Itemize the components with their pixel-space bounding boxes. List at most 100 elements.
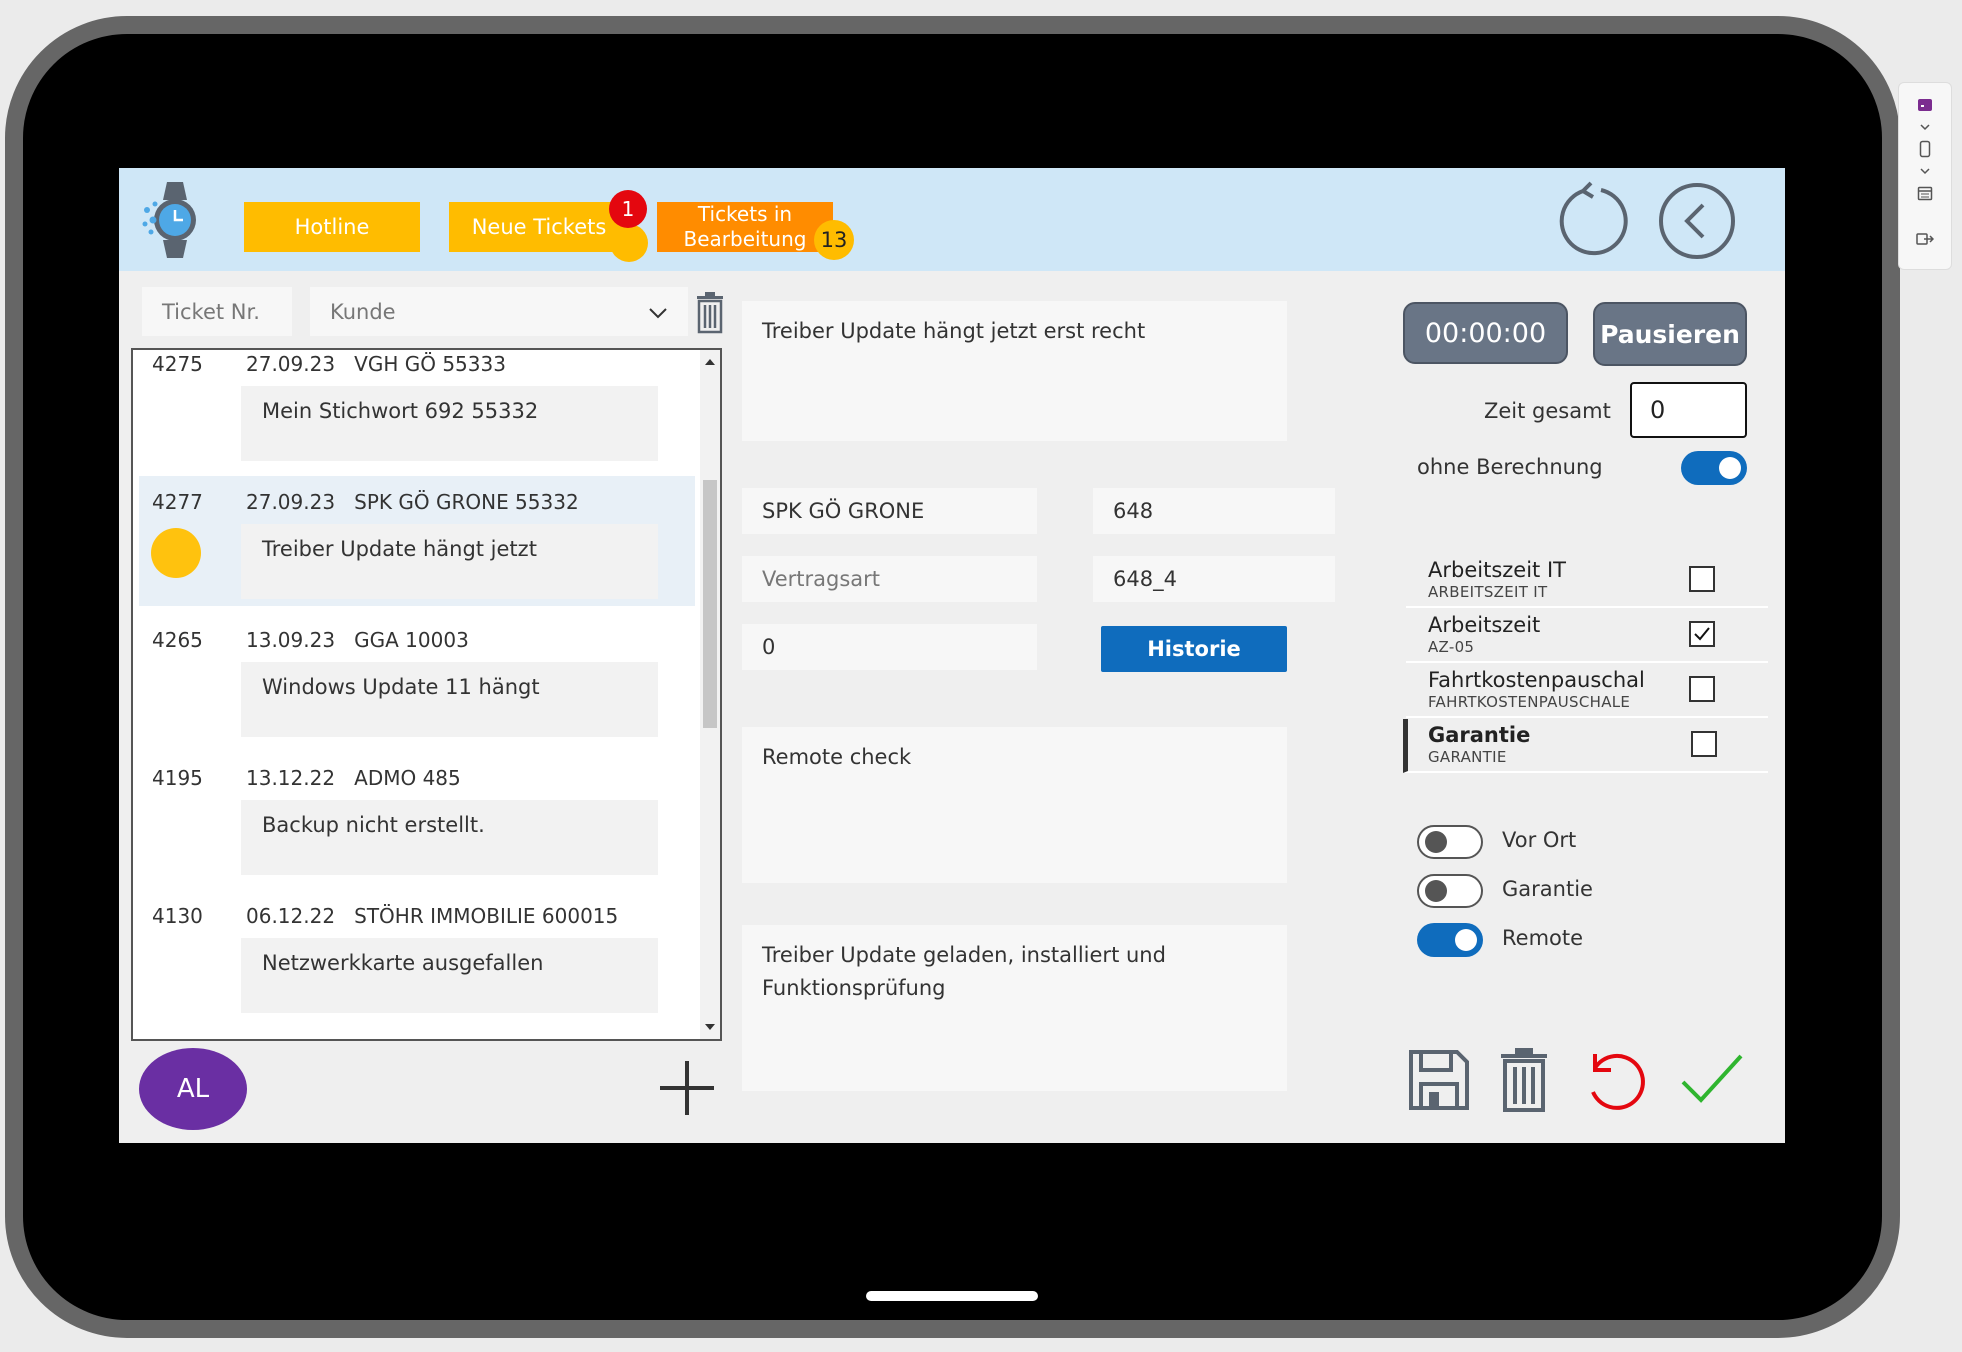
ticket-customer: ADMO 485 [354,766,461,790]
toggle-knob [1719,457,1741,479]
ticket-description: Mein Stichwort 692 55332 [241,386,658,461]
ticket-row-selected[interactable]: 4277 27.09.23 SPK GÖ GRONE 55332 Treiber… [139,476,695,606]
remote-toggle[interactable] [1417,923,1483,957]
app-color-icon[interactable] [1915,95,1935,115]
ticket-id: 4130 [152,904,203,928]
export-icon[interactable] [1915,229,1935,249]
timer-display: 00:00:00 [1403,302,1568,364]
no-charge-toggle[interactable] [1681,451,1747,485]
ticket-meta: 27.09.23 SPK GÖ GRONE 55332 [246,490,579,514]
option-arbeitszeit[interactable]: Arbeitszeit AZ-05 [1406,609,1768,663]
tab-hotline[interactable]: Hotline [244,202,420,252]
ticket-customer: STÖHR IMMOBILIE 600015 [354,904,619,928]
tab-tickets-in-bearbeitung[interactable]: Tickets in Bearbeitung [657,202,833,252]
ticket-description: Windows Update 11 hängt [241,662,658,737]
avatar[interactable]: AL [139,1048,247,1130]
option-checkbox-checked[interactable] [1689,621,1715,647]
ticket-list[interactable]: 4275 27.09.23 VGH GÖ 55333 Mein Stichwor… [131,348,722,1041]
undo-icon[interactable] [1581,1048,1651,1118]
option-code: AZ-05 [1428,638,1475,656]
ticket-row[interactable]: 4195 13.12.22 ADMO 485 Backup nicht erst… [139,764,695,902]
option-title: Fahrtkostenpauschal [1428,668,1645,692]
clear-filter-trash-icon[interactable] [695,292,725,334]
total-time-label: Zeit gesamt [1484,399,1611,423]
vor-ort-label: Vor Ort [1502,828,1577,852]
vor-ort-toggle[interactable] [1417,825,1483,859]
ticket-description: Treiber Update hängt jetzt [241,524,658,599]
list-scrollbar[interactable] [700,350,720,1039]
ticket-number-input[interactable]: Ticket Nr. [142,287,292,336]
toggle-knob [1425,880,1447,902]
remote-label: Remote [1502,926,1584,950]
delete-icon[interactable] [1499,1048,1569,1118]
ticket-meta: 06.12.22 STÖHR IMMOBILIE 600015 [246,904,618,928]
subject-field[interactable]: Treiber Update hängt jetzt erst recht [742,301,1287,441]
ticket-date: 06.12.22 [246,904,336,928]
no-charge-label: ohne Berechnung [1417,455,1603,479]
option-code: GARANTIE [1428,748,1507,766]
scroll-down-arrow[interactable] [705,1024,715,1030]
confirm-check-icon[interactable] [1679,1048,1749,1118]
neue-tickets-indicator [610,224,648,262]
ticket-customer: VGH GÖ 55333 [354,352,506,376]
ticket-description: Backup nicht erstellt. [241,800,658,875]
phone-icon[interactable] [1915,139,1935,159]
ticket-meta: 27.09.23 VGH GÖ 55333 [246,352,506,376]
value-field[interactable]: 0 [742,624,1037,670]
toggle-knob [1455,929,1477,951]
customer-dropdown[interactable]: Kunde [310,287,688,336]
checkmark-icon [1694,627,1710,641]
chevron-down-icon[interactable] [1915,117,1935,137]
ticket-row[interactable]: 4275 27.09.23 VGH GÖ 55333 Mein Stichwor… [139,350,695,488]
save-icon[interactable] [1407,1048,1477,1118]
header-bar: Hotline Neue Tickets 1 Tickets in Bearbe… [119,168,1785,271]
pause-button[interactable]: Pausieren [1593,302,1747,366]
ticket-customer: SPK GÖ GRONE 55332 [354,490,579,514]
tab-neue-tickets[interactable]: Neue Tickets [449,202,629,252]
option-title: Arbeitszeit [1428,613,1541,637]
ticket-row[interactable]: 4265 13.09.23 GGA 10003 Windows Update 1… [139,626,695,764]
calendar-icon[interactable] [1915,183,1935,203]
option-fahrtkostenpauschal[interactable]: Fahrtkostenpauschal FAHRTKOSTENPAUSCHALE [1406,664,1768,718]
ticket-date: 27.09.23 [246,490,336,514]
option-checkbox[interactable] [1691,731,1717,757]
ticket-id: 4277 [152,490,203,514]
customer-field[interactable]: SPK GÖ GRONE [742,488,1037,534]
option-code: FAHRTKOSTENPAUSCHALE [1428,693,1631,711]
ticket-customer: GGA 10003 [354,628,469,652]
option-arbeitszeit-it[interactable]: Arbeitszeit IT ARBEITSZEIT IT [1406,554,1768,608]
ticket-date: 13.09.23 [246,628,336,652]
scroll-up-arrow[interactable] [705,359,715,365]
ticket-meta: 13.09.23 GGA 10003 [246,628,469,652]
total-time-input[interactable]: 0 [1630,382,1747,438]
watch-logo-icon [139,180,209,260]
customer-number-field[interactable]: 648 [1093,488,1335,534]
garantie-label: Garantie [1502,877,1593,901]
garantie-toggle[interactable] [1417,874,1483,908]
ticket-row[interactable]: 4130 06.12.22 STÖHR IMMOBILIE 600015 Net… [139,902,695,1039]
home-indicator[interactable] [866,1291,1038,1301]
option-checkbox[interactable] [1689,566,1715,592]
chevron-down-icon [648,301,668,325]
option-garantie[interactable]: Garantie GARANTIE [1403,719,1768,773]
back-icon[interactable] [1657,181,1737,261]
option-checkbox[interactable] [1689,676,1715,702]
ticket-id: 4265 [152,628,203,652]
option-title: Arbeitszeit IT [1428,558,1566,582]
contract-type-field[interactable]: Vertragsart [742,556,1037,602]
refresh-icon[interactable] [1553,181,1633,261]
toggle-knob [1425,831,1447,853]
chevron-down-icon-2[interactable] [1915,161,1935,181]
ticket-date: 27.09.23 [246,352,336,376]
solution-field[interactable]: Treiber Update geladen, installiert und … [742,925,1287,1091]
neue-tickets-badge: 1 [609,190,647,228]
history-button[interactable]: Historie [1101,626,1287,672]
contract-number-field[interactable]: 648_4 [1093,556,1335,602]
ticket-active-indicator [151,528,201,578]
option-title: Garantie [1428,723,1531,747]
add-ticket-icon[interactable] [658,1059,716,1117]
side-toolbar [1898,82,1952,270]
ticket-id: 4275 [152,352,203,376]
note-field[interactable]: Remote check [742,727,1287,883]
scroll-thumb[interactable] [703,480,717,728]
